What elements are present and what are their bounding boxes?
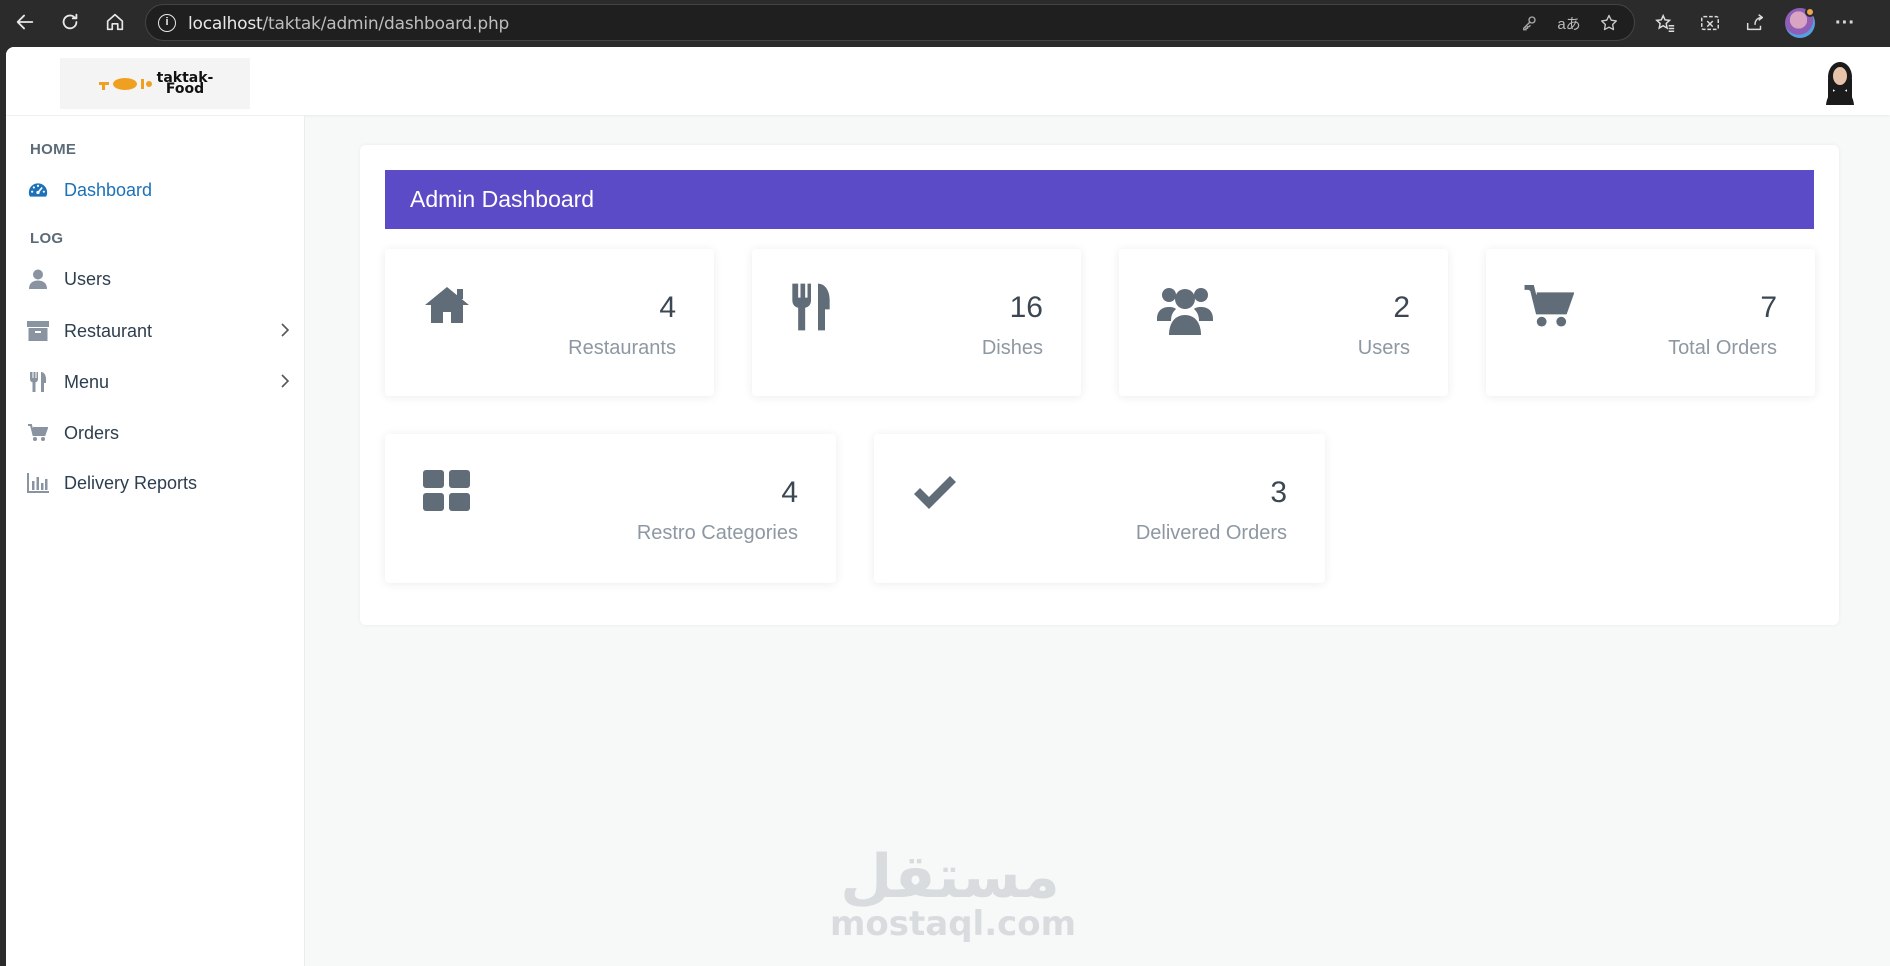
stat-value: 16 [1009, 291, 1043, 324]
logo-mark-icon [98, 77, 152, 90]
utensils-icon [26, 371, 50, 393]
users-icon [1157, 283, 1213, 340]
browser-toolbar: i localhost/taktak/admin/dashboard.php a… [0, 0, 1890, 45]
dashboard-icon [26, 179, 50, 201]
home-button[interactable] [100, 8, 130, 36]
page-title: Admin Dashboard [385, 170, 1814, 229]
watermark-arabic: مستقل [840, 842, 1060, 912]
screenshot-icon[interactable] [1697, 10, 1723, 36]
stat-card-restaurants[interactable]: 4 Restaurants [385, 249, 714, 396]
stat-label: Dishes [981, 337, 1043, 359]
key-icon[interactable] [1516, 10, 1542, 36]
stat-value: 3 [1270, 476, 1287, 509]
chevron-right-icon [280, 322, 290, 343]
url-text[interactable]: localhost/taktak/admin/dashboard.php [188, 14, 509, 34]
cart-icon [26, 422, 50, 444]
sidebar-section-home: HOME [30, 141, 77, 158]
sidebar-item-dashboard[interactable]: Dashboard [26, 173, 298, 207]
reload-icon [62, 13, 78, 30]
brand-logo[interactable]: taktak- Food [60, 58, 250, 109]
home-icon [423, 285, 471, 330]
favorites-icon[interactable] [1652, 10, 1678, 36]
archive-icon [26, 320, 50, 342]
more-options-icon[interactable]: ··· [1832, 10, 1858, 36]
arrow-left-icon [16, 14, 34, 30]
stat-card-restro-categories[interactable]: 4 Restro Categories [385, 434, 836, 583]
user-icon [26, 268, 50, 290]
share-icon[interactable] [1742, 10, 1768, 36]
grid-icon [423, 470, 471, 517]
favorite-star-icon[interactable] [1596, 10, 1622, 36]
sidebar-item-restaurant[interactable]: Restaurant [26, 314, 298, 348]
sidebar-item-menu[interactable]: Menu [26, 365, 298, 399]
utensils-icon [790, 281, 832, 338]
stat-label: Users [1357, 337, 1410, 359]
sidebar-section-log: LOG [30, 230, 64, 247]
stat-label: Restaurants [568, 337, 676, 359]
cart-icon [1524, 285, 1575, 334]
stat-label: Restro Categories [636, 522, 798, 544]
logo-text: taktak- Food [156, 69, 214, 97]
stat-label: Delivered Orders [1135, 522, 1287, 544]
sidebar-item-label: Menu [64, 371, 110, 392]
sidebar-item-label: Delivery Reports [64, 472, 198, 493]
sidebar-item-users[interactable]: Users [26, 262, 298, 296]
stat-value: 4 [659, 291, 676, 324]
stat-card-users[interactable]: 2 Users [1119, 249, 1448, 396]
stat-label: Total Orders [1668, 337, 1777, 359]
sidebar: HOME Dashboard LOG Users Restaurant Menu… [6, 116, 305, 966]
read-aloud-icon[interactable]: aあ [1556, 10, 1582, 36]
stat-value: 4 [781, 476, 798, 509]
bar-chart-icon [26, 472, 50, 494]
dashboard-panel: Admin Dashboard 4 Restaurants 16 Dishes … [360, 145, 1839, 625]
check-icon [912, 476, 958, 517]
address-bar[interactable]: i localhost/taktak/admin/dashboard.php a… [145, 4, 1635, 41]
stat-card-dishes[interactable]: 16 Dishes [752, 249, 1081, 396]
sidebar-item-label: Dashboard [64, 179, 153, 200]
stat-value: 7 [1760, 291, 1777, 324]
reload-button[interactable] [55, 8, 85, 36]
user-avatar[interactable] [1820, 59, 1860, 105]
sidebar-item-label: Restaurant [64, 320, 153, 341]
back-button[interactable] [10, 8, 40, 36]
stat-card-delivered-orders[interactable]: 3 Delivered Orders [874, 434, 1325, 583]
sidebar-item-label: Orders [64, 422, 120, 443]
top-navbar: taktak- Food [6, 47, 1890, 115]
sidebar-item-label: Users [64, 268, 112, 289]
profile-notification-dot [1805, 7, 1815, 17]
site-info-icon[interactable]: i [158, 14, 176, 32]
chevron-right-icon [280, 373, 290, 394]
stat-card-total-orders[interactable]: 7 Total Orders [1486, 249, 1815, 396]
web-page: taktak- Food HOME Dashboard LOG Users Re… [6, 47, 1890, 966]
house-outline-icon [106, 13, 124, 31]
stat-value: 2 [1393, 291, 1410, 324]
watermark-latin: mostaql.com [830, 904, 1077, 944]
sidebar-item-delivery-reports[interactable]: Delivery Reports [26, 466, 298, 500]
watermark: مستقل mostaql.com [830, 842, 1077, 944]
sidebar-item-orders[interactable]: Orders [26, 416, 298, 450]
